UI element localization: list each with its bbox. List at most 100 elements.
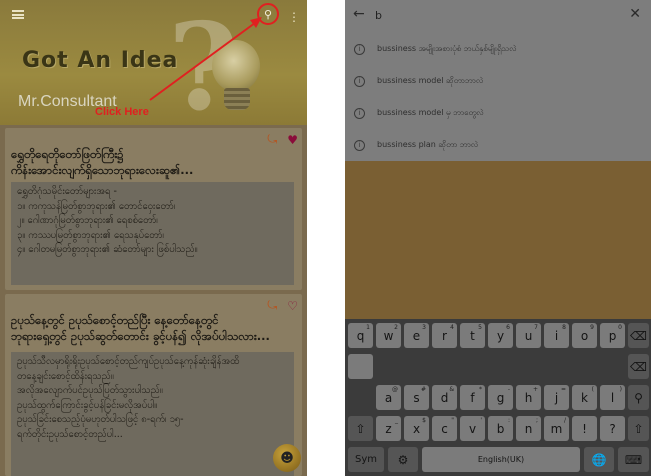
key-label: b — [496, 421, 505, 436]
key-alt-label: _ — [395, 417, 398, 424]
key-label: r — [442, 328, 447, 343]
article-title: ဥပုသ်နေ့တွင် ဥပုသ်စောင့်တည်ပြီး နေ့တော်န… — [11, 313, 270, 343]
left-screen: ? Got An Idea Mr.Consultant ⚲ ⋮ Click He… — [0, 0, 307, 476]
key-exclamation[interactable]: ! — [572, 416, 597, 441]
suggestion-item[interactable]: i bussiness plan ဆိုတာ ဘာလဲ — [345, 129, 651, 161]
key-label: l — [610, 390, 615, 405]
key-d[interactable]: d & — [432, 385, 457, 410]
article-card[interactable]: ⤿ ♡ ဥပုသ်နေ့တွင် ဥပုသ်စောင့်တည်ပြီး နေ့တ… — [5, 294, 302, 476]
key-alt-label: - — [507, 386, 510, 393]
key-o[interactable]: o9 — [572, 323, 597, 348]
key-label: x — [412, 421, 421, 436]
share-icon[interactable]: ⤿ — [267, 132, 277, 147]
chat-bubble-button[interactable]: ☻ — [273, 444, 301, 472]
suggestion-item[interactable]: i bussiness အမျိုးအစားပုံစံ ဘယ်နှစ်မျိုး… — [345, 33, 651, 65]
share-icon[interactable]: ⤿ — [267, 298, 277, 313]
onscreen-keyboard: q1 w2 e3 r4 t5 y6 u7 i8 o9 p0 ⌫ ⌫ a @ s # … — [345, 319, 651, 476]
suggestion-list: i bussiness အမျိုးအစားပုံစံ ဘယ်နှစ်မျိုး… — [345, 33, 651, 161]
key-w[interactable]: w2 — [376, 323, 401, 348]
key-p[interactable]: p0 — [600, 323, 625, 348]
key-alt-label: 3 — [422, 324, 426, 331]
key-label: n — [524, 421, 533, 436]
globe-icon: 🌐 — [591, 452, 607, 467]
key-z[interactable]: z _ — [376, 416, 401, 441]
key-backspace-alt[interactable]: ⌫ — [628, 354, 649, 379]
key-q[interactable]: q1 — [348, 323, 373, 348]
key-label: f — [470, 390, 475, 405]
key-backspace[interactable]: ⌫ — [628, 323, 649, 348]
info-icon: i — [354, 107, 365, 119]
info-icon: i — [354, 43, 365, 55]
suggestion-text: bussiness model ဆိုတာဘာလဲ — [377, 76, 484, 85]
key-m[interactable]: m / — [544, 416, 569, 441]
key-label: p — [608, 328, 617, 343]
key-label: o — [580, 328, 589, 343]
key-shift[interactable]: ⇧ — [348, 416, 373, 441]
close-icon[interactable]: ✕ — [629, 6, 641, 22]
gear-icon: ⚙ — [397, 452, 409, 467]
key-y[interactable]: y6 — [488, 323, 513, 348]
key-alt-label: " — [451, 417, 454, 424]
key-v[interactable]: v ' — [460, 416, 485, 441]
key-label: i — [554, 328, 559, 343]
key-s[interactable]: s # — [404, 385, 429, 410]
key-label: m — [550, 421, 563, 436]
key-alt-label: ; — [535, 417, 538, 424]
key-alt-label: 0 — [618, 324, 622, 331]
search-input[interactable]: b — [375, 9, 382, 22]
key-b[interactable]: b: — [488, 416, 513, 441]
card-actions: ⤿ ♡ — [267, 298, 298, 313]
back-arrow-icon[interactable]: ← — [353, 6, 365, 22]
key-u[interactable]: u7 — [516, 323, 541, 348]
key-alt-label: ' — [480, 417, 482, 424]
key-alt-label: & — [449, 386, 454, 393]
key-f[interactable]: f * — [460, 385, 485, 410]
article-card[interactable]: ⤿ ♥ ရွှေတိုရေတိုတော်ဖြတ်ကြီး၌ ကိန်းအောင်… — [5, 128, 302, 290]
key-a[interactable]: a @ — [376, 385, 401, 410]
key-space[interactable]: English(UK) — [422, 447, 580, 472]
key-alt-label: $ — [422, 417, 426, 424]
keyboard-icon: ⌨ — [624, 452, 643, 467]
key-label: k — [581, 390, 588, 405]
key-e[interactable]: e3 — [404, 323, 429, 348]
key-shift-right[interactable]: ⇧ — [628, 416, 649, 441]
key-alt-label: 1 — [366, 324, 370, 331]
key-i[interactable]: i8 — [544, 323, 569, 348]
shift-icon: ⇧ — [633, 421, 644, 436]
key-settings[interactable]: ⚙ — [388, 447, 418, 472]
key-j[interactable]: j = — [544, 385, 569, 410]
info-icon: i — [354, 75, 365, 87]
key-alt-label: 7 — [534, 324, 538, 331]
suggestion-item[interactable]: i bussiness model ဆိုတာဘာလဲ — [345, 65, 651, 97]
key-search[interactable]: ⚲ — [628, 385, 649, 410]
suggestion-text: bussiness အမျိုးအစားပုံစံ ဘယ်နှစ်မျိုးရှ… — [377, 44, 517, 53]
key-language[interactable]: 🌐 — [584, 447, 614, 472]
key-c[interactable]: c " — [432, 416, 457, 441]
shift-icon: ⇧ — [355, 421, 366, 436]
key-alt-label: # — [420, 386, 426, 393]
heart-outline-icon[interactable]: ♡ — [287, 299, 298, 313]
key-t[interactable]: t5 — [460, 323, 485, 348]
key-g[interactable]: g- — [488, 385, 513, 410]
key-h[interactable]: h + — [516, 385, 541, 410]
search-bar: ← b ✕ — [345, 0, 651, 33]
key-keyboard-hide[interactable]: ⌨ — [618, 447, 649, 472]
key-alt-label: / — [563, 417, 566, 424]
key-alt-label: ( — [591, 386, 594, 393]
key-q-row-spacer[interactable] — [348, 354, 373, 379]
screenshot-root: ? Got An Idea Mr.Consultant ⚲ ⋮ Click He… — [0, 0, 651, 476]
suggestion-item[interactable]: i bussiness model မှ ဘာတွေလဲ — [345, 97, 651, 129]
key-alt-label: ) — [619, 386, 622, 393]
article-title: ရွှေတိုရေတိုတော်ဖြတ်ကြီး၌ ကိန်းအောင်းလျက… — [11, 147, 194, 177]
key-x[interactable]: x $ — [404, 416, 429, 441]
heart-filled-icon[interactable]: ♥ — [287, 133, 298, 147]
click-here-annotation: Click Here — [95, 106, 149, 118]
key-alt-label: 9 — [590, 324, 594, 331]
key-r[interactable]: r4 — [432, 323, 457, 348]
key-sym[interactable]: Sym — [348, 447, 384, 472]
key-question[interactable]: ? — [600, 416, 625, 441]
key-l[interactable]: l) — [600, 385, 625, 410]
key-n[interactable]: n; — [516, 416, 541, 441]
key-alt-label: * — [479, 386, 482, 393]
key-k[interactable]: k( — [572, 385, 597, 410]
